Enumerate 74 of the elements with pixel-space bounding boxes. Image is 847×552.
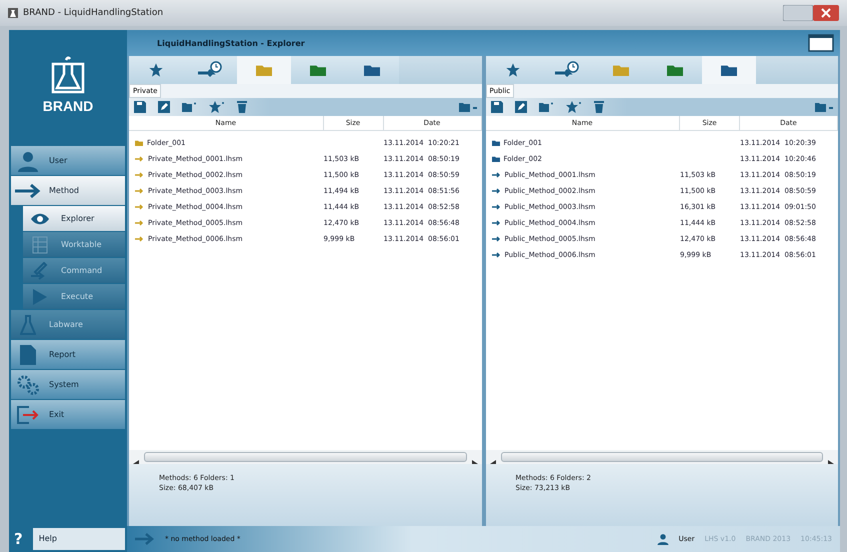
trash-icon[interactable] [237, 101, 247, 113]
arrow-icon [492, 204, 500, 210]
scrollbar-thumb[interactable] [500, 452, 823, 462]
arrow-icon [135, 156, 144, 162]
window-title: BRAND - LiquidHandlingStation [23, 8, 164, 18]
tab[interactable] [291, 56, 345, 84]
help-icon: ? [9, 530, 23, 548]
arrow-icon [135, 188, 144, 194]
arrow-clock-icon [198, 61, 222, 79]
app-icon [8, 8, 18, 18]
folder-icon [364, 64, 380, 76]
folder-icon [492, 140, 500, 146]
eye-icon [30, 212, 50, 224]
arrow-icon [492, 220, 500, 226]
arrow-icon [135, 220, 144, 226]
play-icon [33, 288, 47, 304]
add-star-icon[interactable] [209, 101, 225, 113]
star-icon [148, 62, 164, 78]
tab[interactable] [702, 56, 756, 84]
nav-item[interactable]: Method [11, 176, 125, 205]
save-icon[interactable] [134, 101, 146, 113]
person-icon [17, 150, 39, 172]
arrow-icon [492, 236, 500, 242]
edit-icon[interactable] [514, 101, 526, 113]
edit-icon[interactable] [158, 101, 170, 113]
new-folder-icon[interactable] [182, 102, 197, 112]
flask-icon [20, 314, 36, 334]
arrow-icon [135, 236, 144, 242]
tab[interactable] [129, 56, 183, 84]
new-folder-icon[interactable] [538, 102, 554, 112]
folder-menu-icon[interactable] [458, 102, 476, 112]
help-label: Help [32, 528, 125, 550]
add-star-icon[interactable] [566, 101, 582, 113]
nav-item[interactable]: Exit [11, 400, 125, 429]
arrow-icon [492, 252, 500, 258]
maximize-icon[interactable] [808, 34, 834, 52]
grid-icon [32, 236, 48, 254]
arrow-icon [15, 184, 41, 198]
folder-icon [256, 64, 272, 76]
exit-icon [17, 406, 39, 424]
folder-icon [666, 64, 682, 76]
nav-item[interactable]: System [11, 370, 125, 399]
folder-menu-icon[interactable] [815, 102, 833, 112]
save-icon[interactable] [490, 101, 502, 113]
scrollbar-thumb[interactable] [144, 452, 466, 462]
nav-item[interactable]: Explorer [23, 206, 125, 231]
header-title: LiquidHandlingStation - Explorer [157, 38, 306, 48]
person-icon [656, 533, 669, 545]
logo-icon [51, 54, 85, 94]
star-icon [504, 62, 520, 78]
tab[interactable] [486, 56, 540, 84]
folder-icon [135, 140, 143, 146]
folder-icon [612, 64, 628, 76]
folder-icon [720, 64, 736, 76]
nav-item[interactable]: Report [11, 340, 125, 369]
pen-arrow-icon [31, 262, 49, 280]
arrow-icon [135, 533, 155, 545]
tab[interactable] [183, 56, 237, 84]
trash-icon[interactable] [594, 101, 604, 113]
help-button[interactable]: ? Help [9, 526, 127, 552]
gears-icon [17, 374, 39, 394]
arrow-icon [492, 188, 500, 194]
tab[interactable] [648, 56, 702, 84]
tab[interactable] [345, 56, 399, 84]
folder-icon [310, 64, 326, 76]
arrow-icon [135, 204, 144, 210]
folder-icon [492, 156, 500, 162]
nav-item[interactable]: User [11, 146, 125, 175]
arrow-clock-icon [554, 61, 578, 79]
logo-text: BRAND [42, 98, 94, 114]
arrow-icon [492, 172, 500, 178]
document-icon [20, 344, 36, 364]
arrow-icon [135, 172, 144, 178]
window-controls-icon[interactable] [783, 5, 839, 21]
